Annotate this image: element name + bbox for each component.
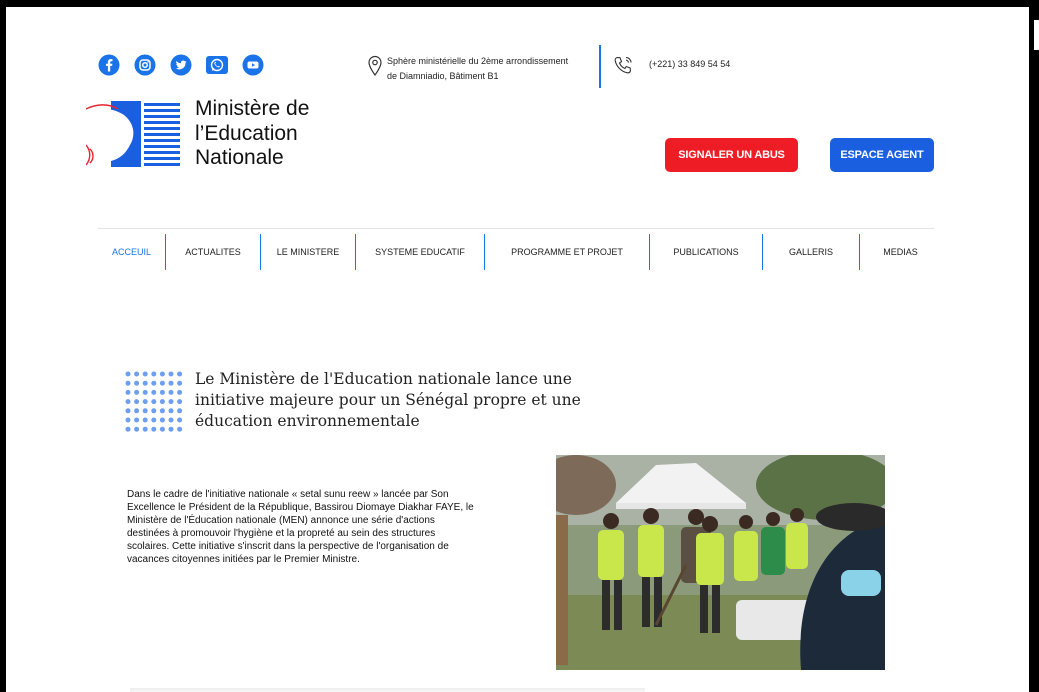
address-line-1: Sphère ministérielle du 2ème arrondissem… (387, 56, 569, 66)
screen-frame-gap (1034, 20, 1039, 50)
nav-item-actualites[interactable]: ACTUALITES (166, 234, 260, 270)
body-line: Dans le cadre de l'initiative nationale … (127, 489, 449, 500)
body-line: Ministère de l'Éducation nationale (MEN)… (127, 515, 435, 526)
logo-line-1: Ministère de (195, 97, 310, 120)
phone-icon (614, 56, 632, 74)
nav-item-acceuil[interactable]: ACCEUIL (98, 234, 165, 270)
body-line: Excellence le Président de la République… (127, 502, 474, 513)
address: Sphère ministérielle du 2ème arrondissem… (387, 54, 597, 84)
body-line: destinées à promouvoir l'hygiène et la p… (127, 528, 436, 539)
report-abuse-button[interactable]: SIGNALER UN ABUS (665, 138, 798, 172)
headline-line-3: éducation environnementale (195, 412, 420, 430)
headline-line-1: Le Ministère de l'Education nationale la… (195, 370, 572, 388)
body-line: vacances citoyennes initiées par le Prem… (127, 554, 360, 565)
ministry-logo-icon[interactable] (86, 101, 181, 167)
whatsapp-icon[interactable] (205, 54, 229, 76)
header-divider (599, 45, 601, 88)
phone-number[interactable]: (+221) 33 849 54 54 (649, 59, 730, 69)
nav-item-medias[interactable]: MEDIAS (860, 234, 941, 270)
body-line: scolaires. Cette initiative s'inscrit da… (127, 541, 449, 552)
nav-item-galleris[interactable]: GALLERIS (763, 234, 859, 270)
nav-item-le-ministere[interactable]: LE MINISTERE (261, 234, 355, 270)
address-line-2: de Diamniadio, Bâtiment B1 (387, 71, 499, 81)
screen-frame-top (0, 0, 1039, 7)
article-headline[interactable]: Le Ministère de l'Education nationale la… (195, 369, 615, 432)
main-nav: ACCEUIL ACTUALITES LE MINISTERE SYSTEME … (98, 234, 934, 270)
instagram-icon[interactable] (133, 54, 157, 76)
facebook-icon[interactable] (97, 54, 121, 76)
twitter-icon[interactable] (169, 54, 193, 76)
screen-frame-right (1029, 0, 1039, 692)
ministry-name[interactable]: Ministère de l’Education Nationale (195, 97, 309, 171)
social-links (97, 54, 265, 76)
nav-top-rule (98, 228, 934, 229)
headline-line-2: initiative majeure pour un Sénégal propr… (195, 391, 581, 409)
article-body: Dans le cadre de l'initiative nationale … (127, 488, 519, 566)
screen-frame-left (0, 0, 6, 692)
nav-item-publications[interactable]: PUBLICATIONS (650, 234, 762, 270)
nav-item-programme-et-projet[interactable]: PROGRAMME ET PROJET (485, 234, 649, 270)
article-photo[interactable] (556, 455, 885, 670)
location-pin-icon (368, 55, 382, 77)
agent-space-button[interactable]: ESPACE AGENT (830, 138, 934, 172)
logo-line-3: Nationale (195, 146, 284, 169)
decorative-dots-icon (125, 371, 183, 432)
youtube-icon[interactable] (241, 54, 265, 76)
logo-line-2: l’Education (195, 121, 298, 145)
next-card-edge (130, 688, 645, 692)
nav-item-systeme-educatif[interactable]: SYSTEME EDUCATIF (356, 234, 484, 270)
